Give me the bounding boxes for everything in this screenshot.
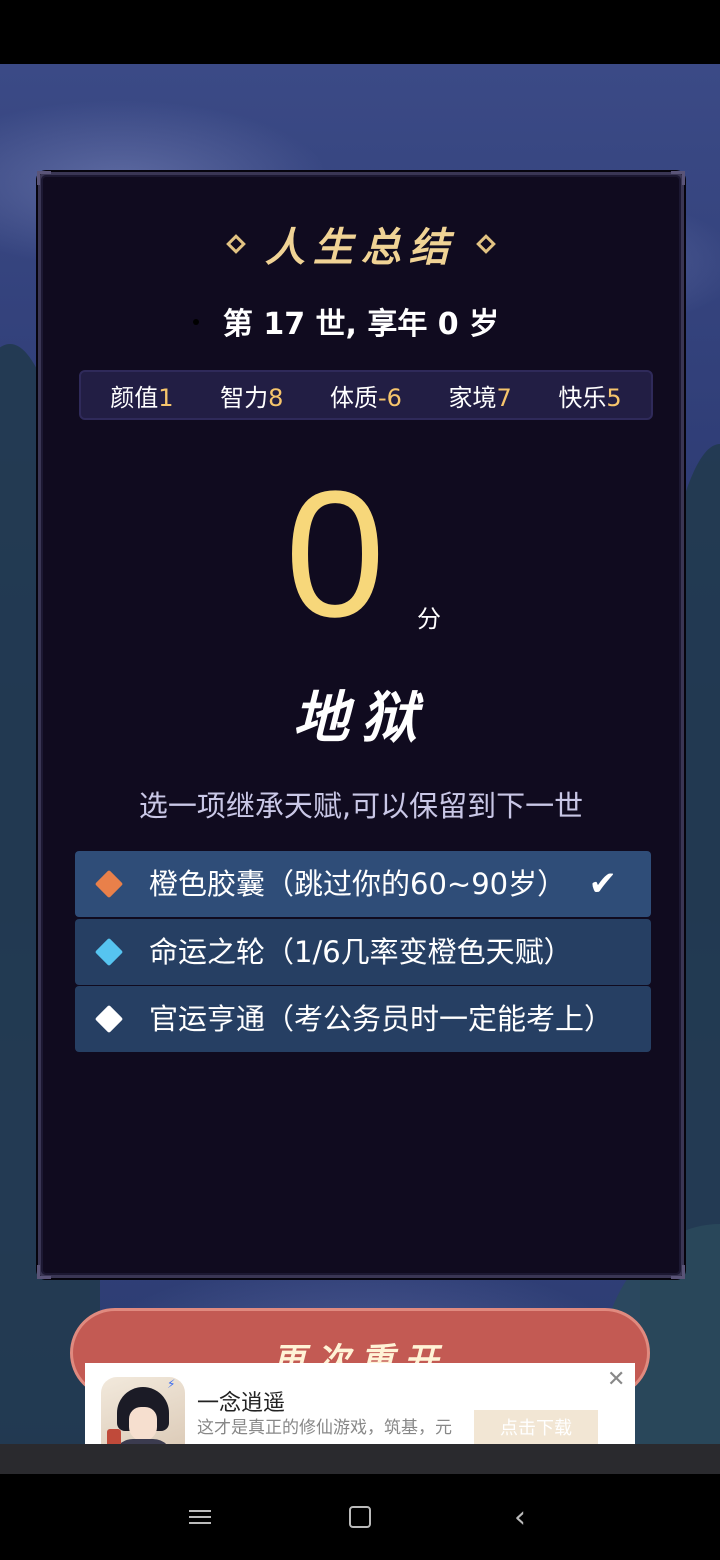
stat-intelligence: 智力8 (220, 383, 284, 412)
talent-option-orange-capsule[interactable]: 橙色胶囊（跳过你的60~90岁） ✔ (75, 851, 651, 917)
stat-happiness: 快乐5 (558, 383, 622, 412)
stats-bar: 颜值1 智力8 体质-6 家境7 快乐5 (79, 370, 653, 420)
diamond-decoration-icon (226, 234, 246, 254)
checkmark-icon: ✔ (588, 864, 618, 904)
menu-icon[interactable] (180, 1506, 220, 1528)
title-row: 人生总结 (41, 215, 681, 273)
navigation-bar: ‹ (0, 1474, 720, 1560)
talent-label: 橙色胶囊（跳过你的60~90岁） (149, 867, 567, 901)
ad-download-button[interactable]: 点击下载 (474, 1410, 598, 1448)
grade-label: 地狱 (293, 685, 429, 751)
stat-appearance: 颜值1 (110, 383, 174, 412)
close-icon[interactable]: ✕ (607, 1367, 625, 1392)
stat-family: 家境7 (448, 383, 512, 412)
page-title: 人生总结 (265, 224, 457, 271)
ad-app-name: 一念逍遥 (197, 1391, 286, 1416)
diamond-decoration-icon (476, 234, 496, 254)
score-value: 0 (285, 454, 386, 655)
status-bar (0, 0, 720, 64)
inherit-hint: 选一项继承天赋,可以保留到下一世 (138, 789, 584, 823)
orange-diamond-icon (94, 869, 124, 899)
life-summary-panel: 人生总结 第 17 世, 享年 0 岁 颜值1 智力8 体质-6 家境7 快乐5… (37, 171, 685, 1279)
stat-physique: 体质-6 (330, 383, 402, 412)
back-icon[interactable]: ‹ (500, 1500, 540, 1535)
score-unit: 分 (417, 605, 441, 633)
talent-label: 官运亨通（考公务员时一定能考上） (149, 1002, 614, 1036)
white-diamond-icon (94, 1004, 124, 1034)
talent-option-official-career[interactable]: 官运亨通（考公务员时一定能考上） (75, 986, 651, 1052)
talent-label: 命运之轮（1/6几率变橙色天赋） (149, 935, 573, 969)
talent-option-wheel-of-fate[interactable]: 命运之轮（1/6几率变橙色天赋） (75, 919, 651, 985)
life-subtitle: 第 17 世, 享年 0 岁 (222, 307, 500, 342)
home-button[interactable] (340, 1506, 380, 1528)
scene-bottom-strip (0, 1444, 720, 1474)
square-icon (349, 1506, 371, 1528)
blue-diamond-icon (94, 937, 124, 967)
lightning-icon: ⚡ (167, 1377, 176, 1391)
